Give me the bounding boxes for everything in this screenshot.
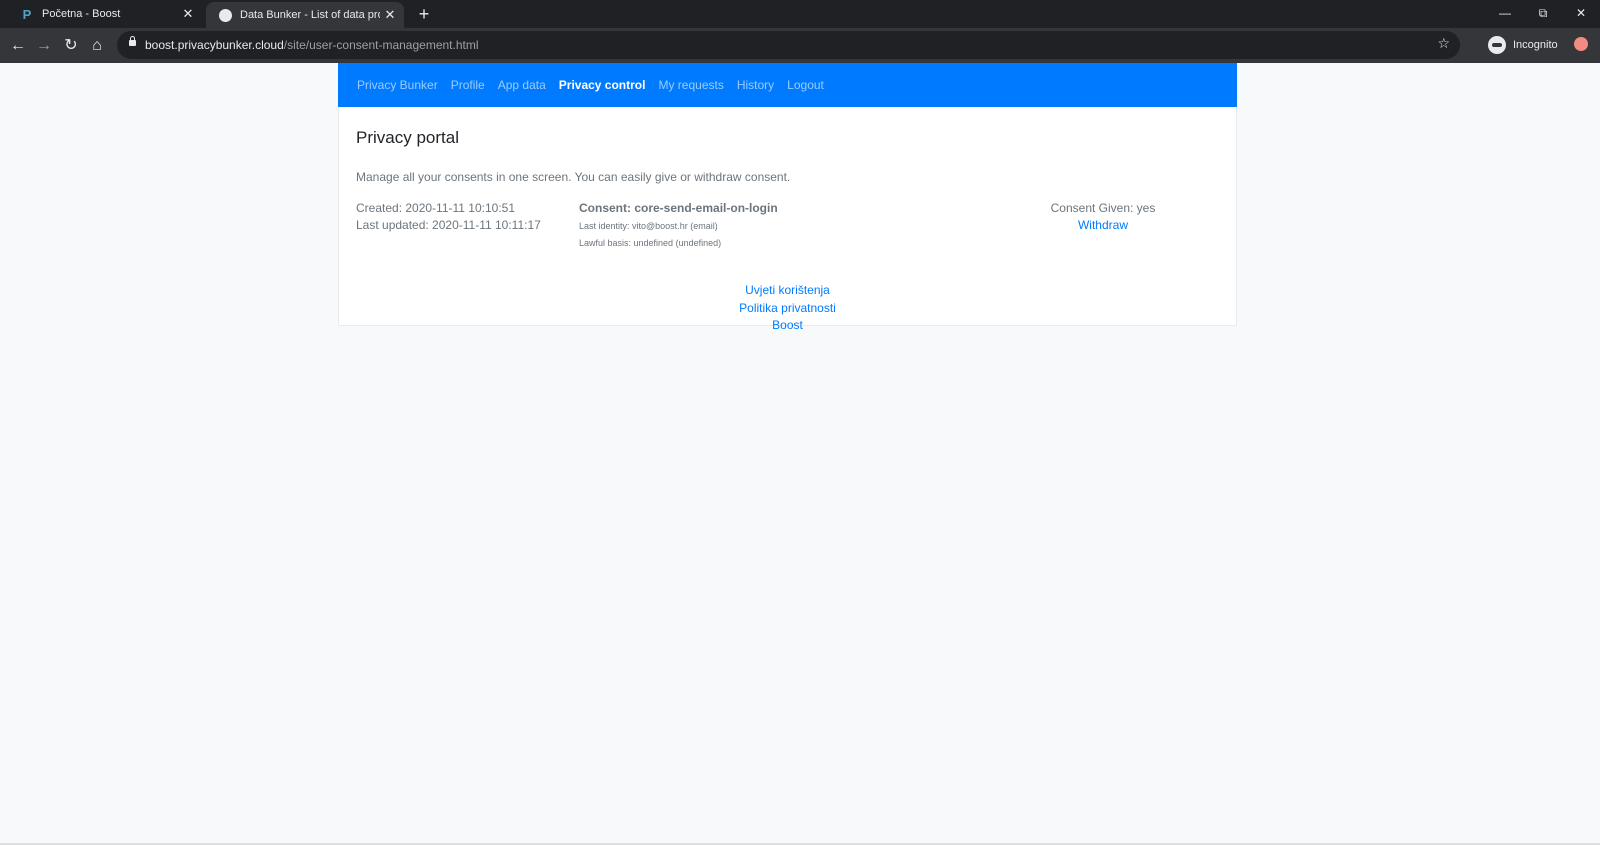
boost-favicon-icon: P [22,6,32,22]
nav-item-privacy-control[interactable]: Privacy control [559,78,646,92]
globe-icon [218,8,232,22]
nav-brand[interactable]: Privacy Bunker [357,78,438,92]
consent-status: Consent Given: yes Withdraw [1028,200,1178,234]
footer-link-terms[interactable]: Uvjeti korištenja [338,282,1237,300]
created-date: Created: 2020-11-11 10:10:51 [356,201,516,215]
withdraw-link[interactable]: Withdraw [1028,217,1178,234]
consent-dates: Created: 2020-11-11 10:10:51 Last update… [356,200,541,234]
tab-title: Data Bunker - List of data proces [240,9,380,21]
consent-given: Consent Given: yes [1050,201,1156,215]
minimize-icon[interactable]: — [1486,0,1524,28]
lock-icon [129,36,136,46]
tab-data-bunker[interactable]: Data Bunker - List of data proces ✕ [206,2,404,28]
consent-name: Consent: core-send-email-on-login [579,201,778,215]
home-icon[interactable]: ⌂ [86,35,108,57]
intro-text: Manage all your consents in one screen. … [356,170,791,184]
consent-details: Consent: core-send-email-on-login Last i… [579,200,778,252]
back-arrow-icon[interactable]: ← [7,35,29,57]
nav-item-history[interactable]: History [737,78,774,92]
nav-item-my-requests[interactable]: My requests [658,78,723,92]
incognito-indicator[interactable]: Incognito [1488,33,1558,57]
url-text: boost.privacybunker.cloud/site/user-cons… [145,38,479,52]
bookmark-star-icon[interactable]: ☆ [1437,35,1450,52]
address-bar[interactable]: boost.privacybunker.cloud/site/user-cons… [117,31,1460,59]
tab-title: Početna - Boost [42,8,121,20]
nav-item-app-data[interactable]: App data [498,78,546,92]
close-icon[interactable]: ✕ [178,6,198,22]
navbar: Privacy Bunker Profile App data Privacy … [338,63,1237,107]
reload-icon[interactable]: ↻ [60,35,82,57]
tab-pocetna[interactable]: P Početna - Boost ✕ [8,0,202,28]
nav-item-profile[interactable]: Profile [451,78,485,92]
footer-link-boost[interactable]: Boost [338,317,1237,335]
last-identity: Last identity: vito@boost.hr (email) [579,221,718,231]
updated-date: Last updated: 2020-11-11 10:11:17 [356,218,541,232]
incognito-label: Incognito [1513,39,1558,51]
footer-link-privacy-policy[interactable]: Politika privatnosti [338,300,1237,318]
tab-strip: P Početna - Boost ✕ Data Bunker - List o… [0,0,1600,28]
nav-item-logout[interactable]: Logout [787,78,824,92]
close-icon[interactable]: ✕ [380,7,400,23]
footer: Uvjeti korištenja Politika privatnosti B… [338,282,1237,335]
page-title: Privacy portal [356,128,459,147]
restore-icon[interactable]: ⧉ [1524,0,1562,28]
extension-icon[interactable] [1574,37,1588,51]
new-tab-icon[interactable]: + [414,4,434,25]
incognito-icon [1488,36,1506,54]
browser-toolbar: ← → ↻ ⌂ boost.privacybunker.cloud/site/u… [0,28,1600,63]
lawful-basis: Lawful basis: undefined (undefined) [579,238,722,248]
forward-arrow-icon[interactable]: → [33,35,55,57]
window-close-icon[interactable]: ✕ [1562,0,1600,28]
